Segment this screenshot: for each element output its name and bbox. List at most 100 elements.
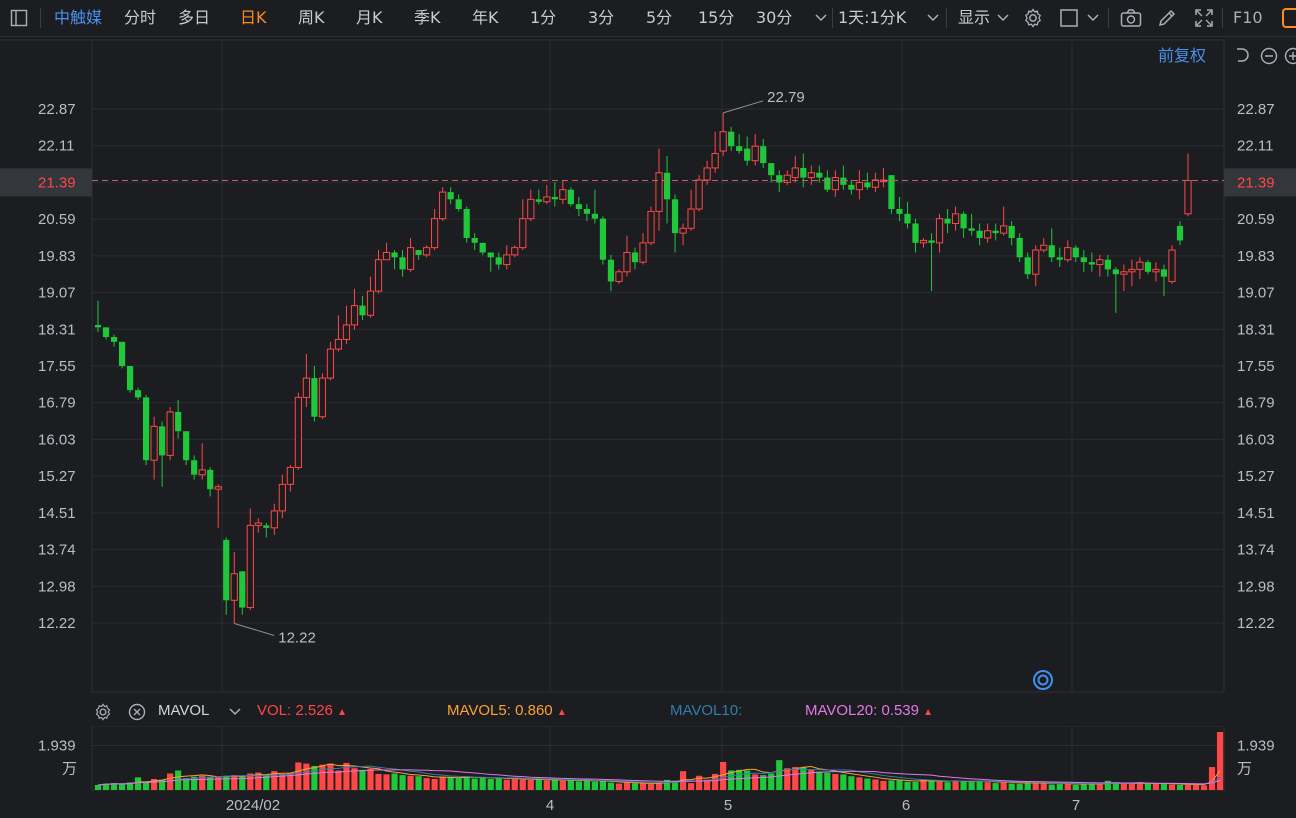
- candle-body: [1032, 249, 1040, 275]
- price-tick-label: 18.31: [1237, 321, 1275, 338]
- candle-body: [439, 191, 447, 220]
- candle-body: [615, 271, 623, 282]
- tab-period-weekly[interactable]: 周K: [298, 0, 325, 36]
- volume-tick-label: 1.939: [1237, 737, 1275, 754]
- tab-period-15min[interactable]: 15分: [698, 0, 734, 36]
- volume-bar: [359, 769, 366, 790]
- tab-period-daily[interactable]: 日K: [240, 0, 267, 36]
- volume-bar: [848, 776, 855, 790]
- candle-body: [543, 196, 551, 203]
- candle-body: [744, 148, 751, 161]
- f10-button[interactable]: F10: [1233, 0, 1263, 36]
- up-arrow-icon: ▲: [337, 707, 347, 718]
- candle-body: [359, 305, 366, 316]
- tab-period-3min[interactable]: 3分: [588, 0, 614, 36]
- extreme-labels: 22.79 12.22: [234, 89, 805, 646]
- volume-bar: [736, 769, 743, 790]
- volume-bar: [792, 767, 799, 790]
- price-tick-label: 21.39: [38, 174, 76, 191]
- candle-body: [399, 257, 406, 270]
- candle-body: [703, 167, 711, 181]
- price-tick-label: 15.27: [1237, 468, 1275, 485]
- candle-body: [1088, 262, 1095, 265]
- display-menu[interactable]: 显示: [958, 0, 990, 36]
- price-tick-label: 21.39: [1237, 174, 1275, 191]
- candle-body: [679, 227, 687, 234]
- sidebar-toggle-icon[interactable]: [6, 0, 32, 36]
- candle-body: [976, 230, 983, 238]
- vol-readout: VOL: 2.526 ▲: [257, 702, 347, 719]
- panel-toggle-icon[interactable]: [1282, 8, 1296, 28]
- volume-bar: [335, 770, 342, 790]
- price-tick-label: 16.03: [38, 431, 76, 448]
- candle-body: [447, 192, 454, 200]
- tab-period-5min[interactable]: 5分: [646, 0, 672, 36]
- gear-icon[interactable]: [90, 694, 116, 730]
- volume-bar: [960, 781, 967, 790]
- stock-name[interactable]: 中触媒: [54, 0, 102, 36]
- close-icon[interactable]: [124, 694, 150, 730]
- square-icon[interactable]: [1056, 0, 1082, 36]
- gear-icon[interactable]: [1020, 0, 1046, 36]
- tab-period-quarterly[interactable]: 季K: [414, 0, 441, 36]
- chevron-down-icon[interactable]: [990, 0, 1016, 36]
- tab-period-fenshi[interactable]: 分时: [124, 0, 156, 36]
- chevron-down-icon[interactable]: [1080, 0, 1106, 36]
- candle-body: [551, 196, 558, 200]
- volume-bar: [142, 781, 150, 790]
- period-combo-select[interactable]: 1天:1分K: [838, 0, 906, 36]
- pencil-icon[interactable]: [1154, 0, 1180, 36]
- tab-period-multiday[interactable]: 多日: [178, 0, 210, 36]
- candle-body: [896, 208, 903, 214]
- candle-body: [631, 252, 639, 263]
- locate-icon[interactable]: [1033, 670, 1053, 690]
- price-tick-label: 15.27: [38, 468, 76, 485]
- volume-bar: [303, 763, 310, 790]
- volume-bar: [223, 775, 230, 790]
- candle-body: [1096, 259, 1104, 266]
- indicator-name[interactable]: MAVOL: [158, 702, 209, 719]
- volume-bar: [367, 768, 374, 790]
- candle-body: [736, 146, 743, 152]
- candle-body: [326, 348, 335, 379]
- high-price-label: 22.79: [767, 89, 805, 106]
- chevron-down-icon[interactable]: [920, 0, 946, 36]
- volume-bar: [912, 781, 919, 790]
- chevron-down-icon[interactable]: [808, 0, 834, 36]
- volume-bar: [1000, 782, 1007, 790]
- price-tick-label: 17.55: [1237, 358, 1275, 375]
- top-toolbar: 中触媒 分时 多日 日K 周K 月K 季K 年K 1分 3分 5分 15分 30…: [0, 0, 1296, 37]
- tab-period-monthly[interactable]: 月K: [356, 0, 383, 36]
- tab-period-1min[interactable]: 1分: [530, 0, 556, 36]
- volume-bar: [543, 780, 550, 790]
- volume-bar: [832, 773, 839, 790]
- volume-bar: [391, 773, 398, 790]
- candles: [94, 112, 1192, 624]
- chevron-down-icon[interactable]: [222, 694, 248, 730]
- candle-body: [816, 172, 823, 178]
- candle-body: [1072, 247, 1079, 258]
- candle-body: [342, 324, 351, 340]
- candle-body: [254, 522, 262, 526]
- candle-body: [935, 218, 944, 244]
- candle-body: [230, 573, 238, 601]
- tab-period-yearly[interactable]: 年K: [472, 0, 499, 36]
- camera-icon[interactable]: [1118, 0, 1144, 36]
- volume-chart[interactable]: 1.939 万 1.939 万 2024/02 4 5 6 7: [0, 726, 1296, 818]
- price-tick-label: 20.59: [1237, 211, 1275, 228]
- volume-bar: [471, 778, 478, 790]
- fullscreen-icon[interactable]: [1191, 0, 1217, 36]
- tab-period-30min[interactable]: 30分: [756, 0, 792, 36]
- volume-bar: [575, 781, 582, 790]
- candle-body: [992, 230, 999, 234]
- volume-bar: [647, 784, 655, 790]
- candle-body: [1008, 225, 1015, 238]
- candle-body: [1064, 247, 1072, 261]
- candlestick-chart[interactable]: 22.87 22.11 21.39 20.59 19.83 19.07 18.31 17.55…: [0, 36, 1296, 700]
- volume-bar: [599, 780, 607, 790]
- price-tick-label: 19.83: [38, 248, 76, 265]
- volume-bar: [1104, 780, 1111, 790]
- mavol5-readout: MAVOL5: 0.860 ▲: [447, 702, 567, 719]
- volume-bar: [134, 777, 142, 790]
- volume-bar: [1176, 784, 1184, 790]
